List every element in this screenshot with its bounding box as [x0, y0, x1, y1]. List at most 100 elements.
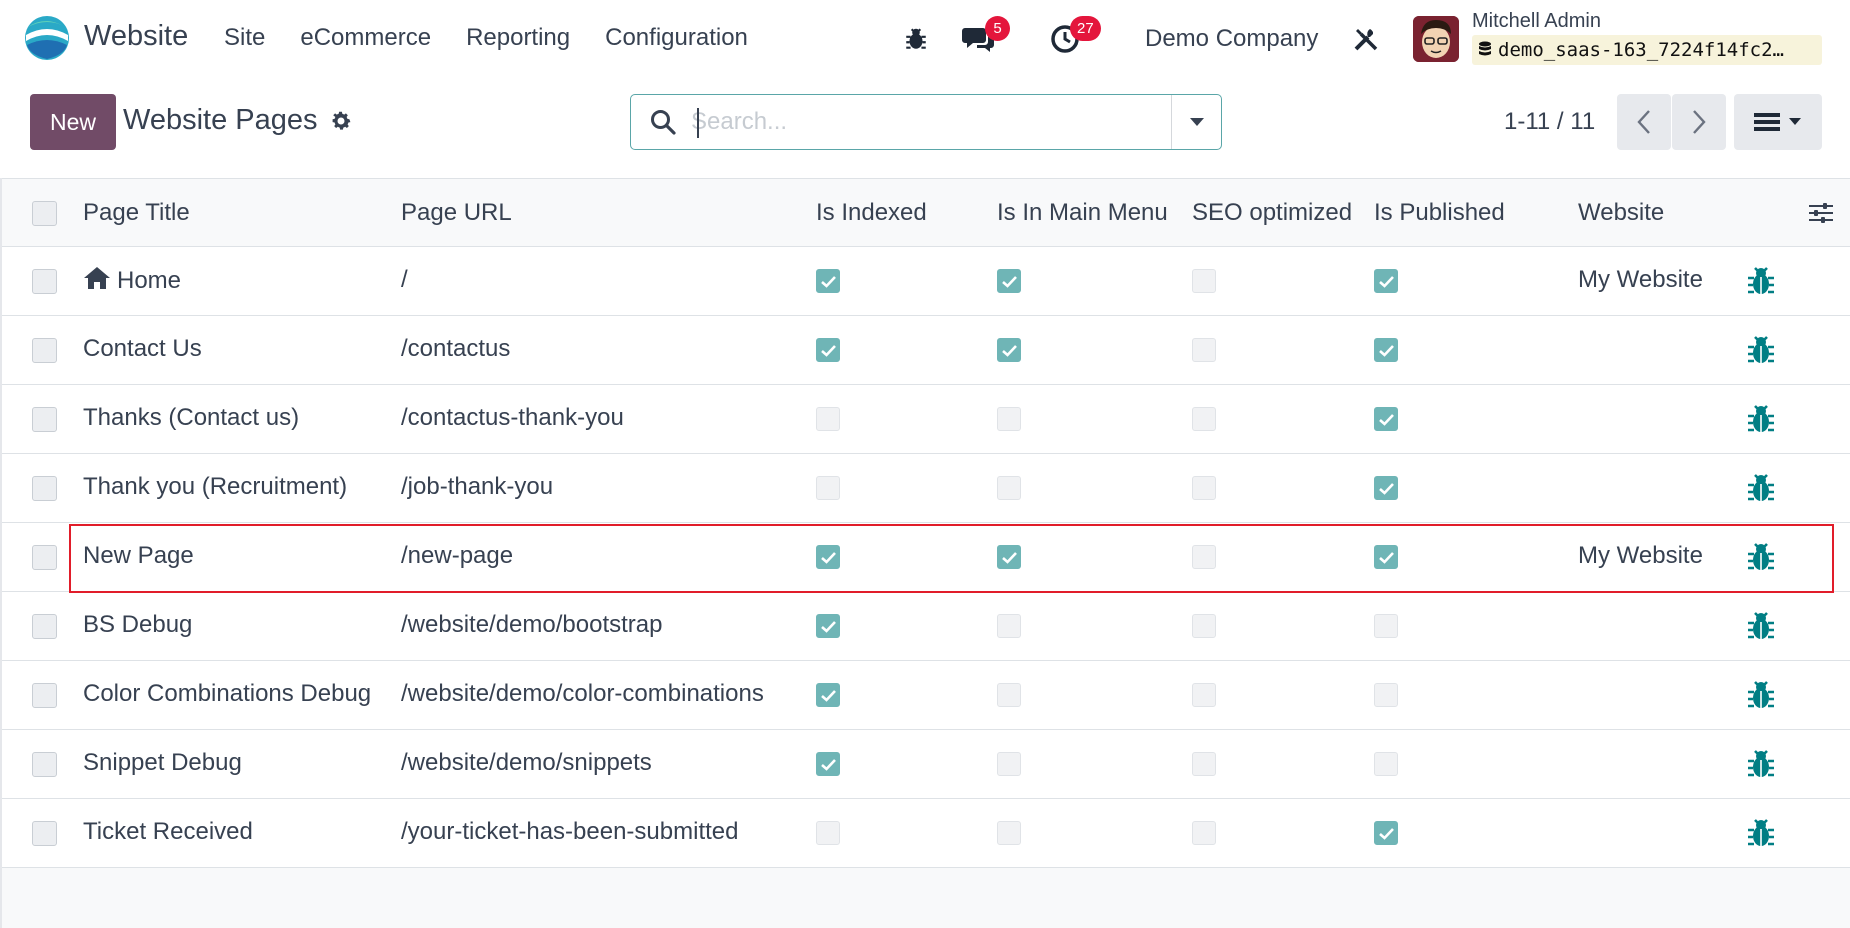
search-input[interactable]	[691, 103, 1191, 141]
bug-icon[interactable]	[1745, 334, 1777, 366]
cell-page-title[interactable]: Snippet Debug	[83, 749, 242, 777]
cell-page-title[interactable]: New Page	[83, 542, 194, 570]
search-icon[interactable]	[649, 108, 677, 136]
table-row[interactable]: Thank you (Recruitment) /job-thank-you	[2, 454, 1850, 523]
column-is-in-main-menu[interactable]: Is In Main Menu	[997, 199, 1168, 227]
pager-previous-button[interactable]	[1617, 94, 1671, 150]
column-is-indexed[interactable]: Is Indexed	[816, 199, 927, 227]
gear-icon[interactable]	[329, 109, 353, 133]
row-select-checkbox[interactable]	[32, 614, 57, 639]
menu-ecommerce[interactable]: eCommerce	[300, 24, 431, 52]
published-checkbox[interactable]	[1374, 476, 1398, 500]
published-checkbox[interactable]	[1374, 614, 1398, 638]
cell-page-url[interactable]: /new-page	[401, 542, 513, 570]
cell-page-url[interactable]: /website/demo/bootstrap	[401, 611, 662, 639]
pager-next-button[interactable]	[1672, 94, 1726, 150]
cell-website[interactable]: My Website	[1578, 266, 1703, 294]
cell-page-url[interactable]: /website/demo/color-combinations	[401, 680, 764, 708]
seo-checkbox[interactable]	[1192, 752, 1216, 776]
view-switcher-button[interactable]	[1734, 94, 1822, 150]
bug-icon[interactable]	[1745, 265, 1777, 297]
pager-value[interactable]: 1-11 / 11	[1504, 108, 1595, 136]
cell-page-url[interactable]: /job-thank-you	[401, 473, 553, 501]
row-select-checkbox[interactable]	[32, 338, 57, 363]
cell-page-title[interactable]: Thanks (Contact us)	[83, 404, 299, 432]
menu-reporting[interactable]: Reporting	[466, 24, 570, 52]
cell-page-title[interactable]: Thank you (Recruitment)	[83, 473, 347, 501]
row-select-checkbox[interactable]	[32, 269, 57, 294]
main-menu-checkbox[interactable]	[997, 545, 1021, 569]
column-page-url[interactable]: Page URL	[401, 199, 512, 227]
app-name[interactable]: Website	[84, 20, 188, 53]
cell-page-url[interactable]: /your-ticket-has-been-submitted	[401, 818, 738, 846]
published-checkbox[interactable]	[1374, 338, 1398, 362]
bug-icon[interactable]	[1745, 748, 1777, 780]
user-name[interactable]: Mitchell Admin	[1472, 10, 1601, 33]
cell-page-title[interactable]: Contact Us	[83, 335, 202, 363]
cell-page-url[interactable]: /contactus	[401, 335, 510, 363]
search-options-toggle[interactable]	[1171, 95, 1221, 149]
seo-checkbox[interactable]	[1192, 269, 1216, 293]
bug-icon[interactable]	[1745, 541, 1777, 573]
table-row[interactable]: Contact Us/contactus	[2, 316, 1850, 385]
cell-page-url[interactable]: /contactus-thank-you	[401, 404, 624, 432]
is-indexed-checkbox[interactable]	[816, 476, 840, 500]
main-menu-checkbox[interactable]	[997, 752, 1021, 776]
published-checkbox[interactable]	[1374, 407, 1398, 431]
published-checkbox[interactable]	[1374, 821, 1398, 845]
row-select-checkbox[interactable]	[32, 476, 57, 501]
cell-page-title[interactable]: BS Debug	[83, 611, 192, 639]
is-indexed-checkbox[interactable]	[816, 269, 840, 293]
row-select-checkbox[interactable]	[32, 545, 57, 570]
row-select-checkbox[interactable]	[32, 683, 57, 708]
seo-checkbox[interactable]	[1192, 545, 1216, 569]
select-all-checkbox[interactable]	[32, 201, 57, 226]
column-settings-icon[interactable]	[1808, 201, 1834, 225]
main-menu-checkbox[interactable]	[997, 407, 1021, 431]
bug-icon[interactable]	[1745, 679, 1777, 711]
cell-page-title[interactable]: Ticket Received	[83, 818, 253, 846]
menu-site[interactable]: Site	[224, 24, 265, 52]
seo-checkbox[interactable]	[1192, 821, 1216, 845]
seo-checkbox[interactable]	[1192, 614, 1216, 638]
cell-page-title[interactable]: Home	[83, 266, 181, 295]
website-logo-icon[interactable]	[24, 15, 70, 61]
main-menu-checkbox[interactable]	[997, 338, 1021, 362]
company-switcher[interactable]: Demo Company	[1145, 25, 1318, 53]
cell-page-title[interactable]: Color Combinations Debug	[83, 680, 371, 708]
published-checkbox[interactable]	[1374, 545, 1398, 569]
main-menu-checkbox[interactable]	[997, 269, 1021, 293]
main-menu-checkbox[interactable]	[997, 683, 1021, 707]
main-menu-checkbox[interactable]	[997, 821, 1021, 845]
bug-icon[interactable]	[1745, 817, 1777, 849]
table-row[interactable]: BS Debug/website/demo/bootstrap	[2, 592, 1850, 661]
cell-page-url[interactable]: /website/demo/snippets	[401, 749, 652, 777]
main-menu-checkbox[interactable]	[997, 476, 1021, 500]
cell-website[interactable]: My Website	[1578, 542, 1703, 570]
main-menu-checkbox[interactable]	[997, 614, 1021, 638]
row-select-checkbox[interactable]	[32, 407, 57, 432]
is-indexed-checkbox[interactable]	[816, 338, 840, 362]
published-checkbox[interactable]	[1374, 269, 1398, 293]
table-row[interactable]: Thanks (Contact us) /contactus-thank-you	[2, 385, 1850, 454]
seo-checkbox[interactable]	[1192, 683, 1216, 707]
cell-page-url[interactable]: /	[401, 266, 408, 294]
column-website[interactable]: Website	[1578, 199, 1664, 227]
bug-icon[interactable]	[903, 26, 929, 52]
published-checkbox[interactable]	[1374, 683, 1398, 707]
column-is-published[interactable]: Is Published	[1374, 199, 1505, 227]
is-indexed-checkbox[interactable]	[816, 407, 840, 431]
is-indexed-checkbox[interactable]	[816, 545, 840, 569]
is-indexed-checkbox[interactable]	[816, 614, 840, 638]
row-select-checkbox[interactable]	[32, 821, 57, 846]
is-indexed-checkbox[interactable]	[816, 752, 840, 776]
table-row[interactable]: Color Combinations Debug/website/demo/co…	[2, 661, 1850, 730]
bug-icon[interactable]	[1745, 610, 1777, 642]
table-row[interactable]: Ticket Received/your-ticket-has-been-sub…	[2, 799, 1850, 868]
published-checkbox[interactable]	[1374, 752, 1398, 776]
menu-configuration[interactable]: Configuration	[605, 24, 748, 52]
bug-icon[interactable]	[1745, 403, 1777, 435]
avatar[interactable]	[1413, 16, 1459, 62]
bug-icon[interactable]	[1745, 472, 1777, 504]
is-indexed-checkbox[interactable]	[816, 683, 840, 707]
